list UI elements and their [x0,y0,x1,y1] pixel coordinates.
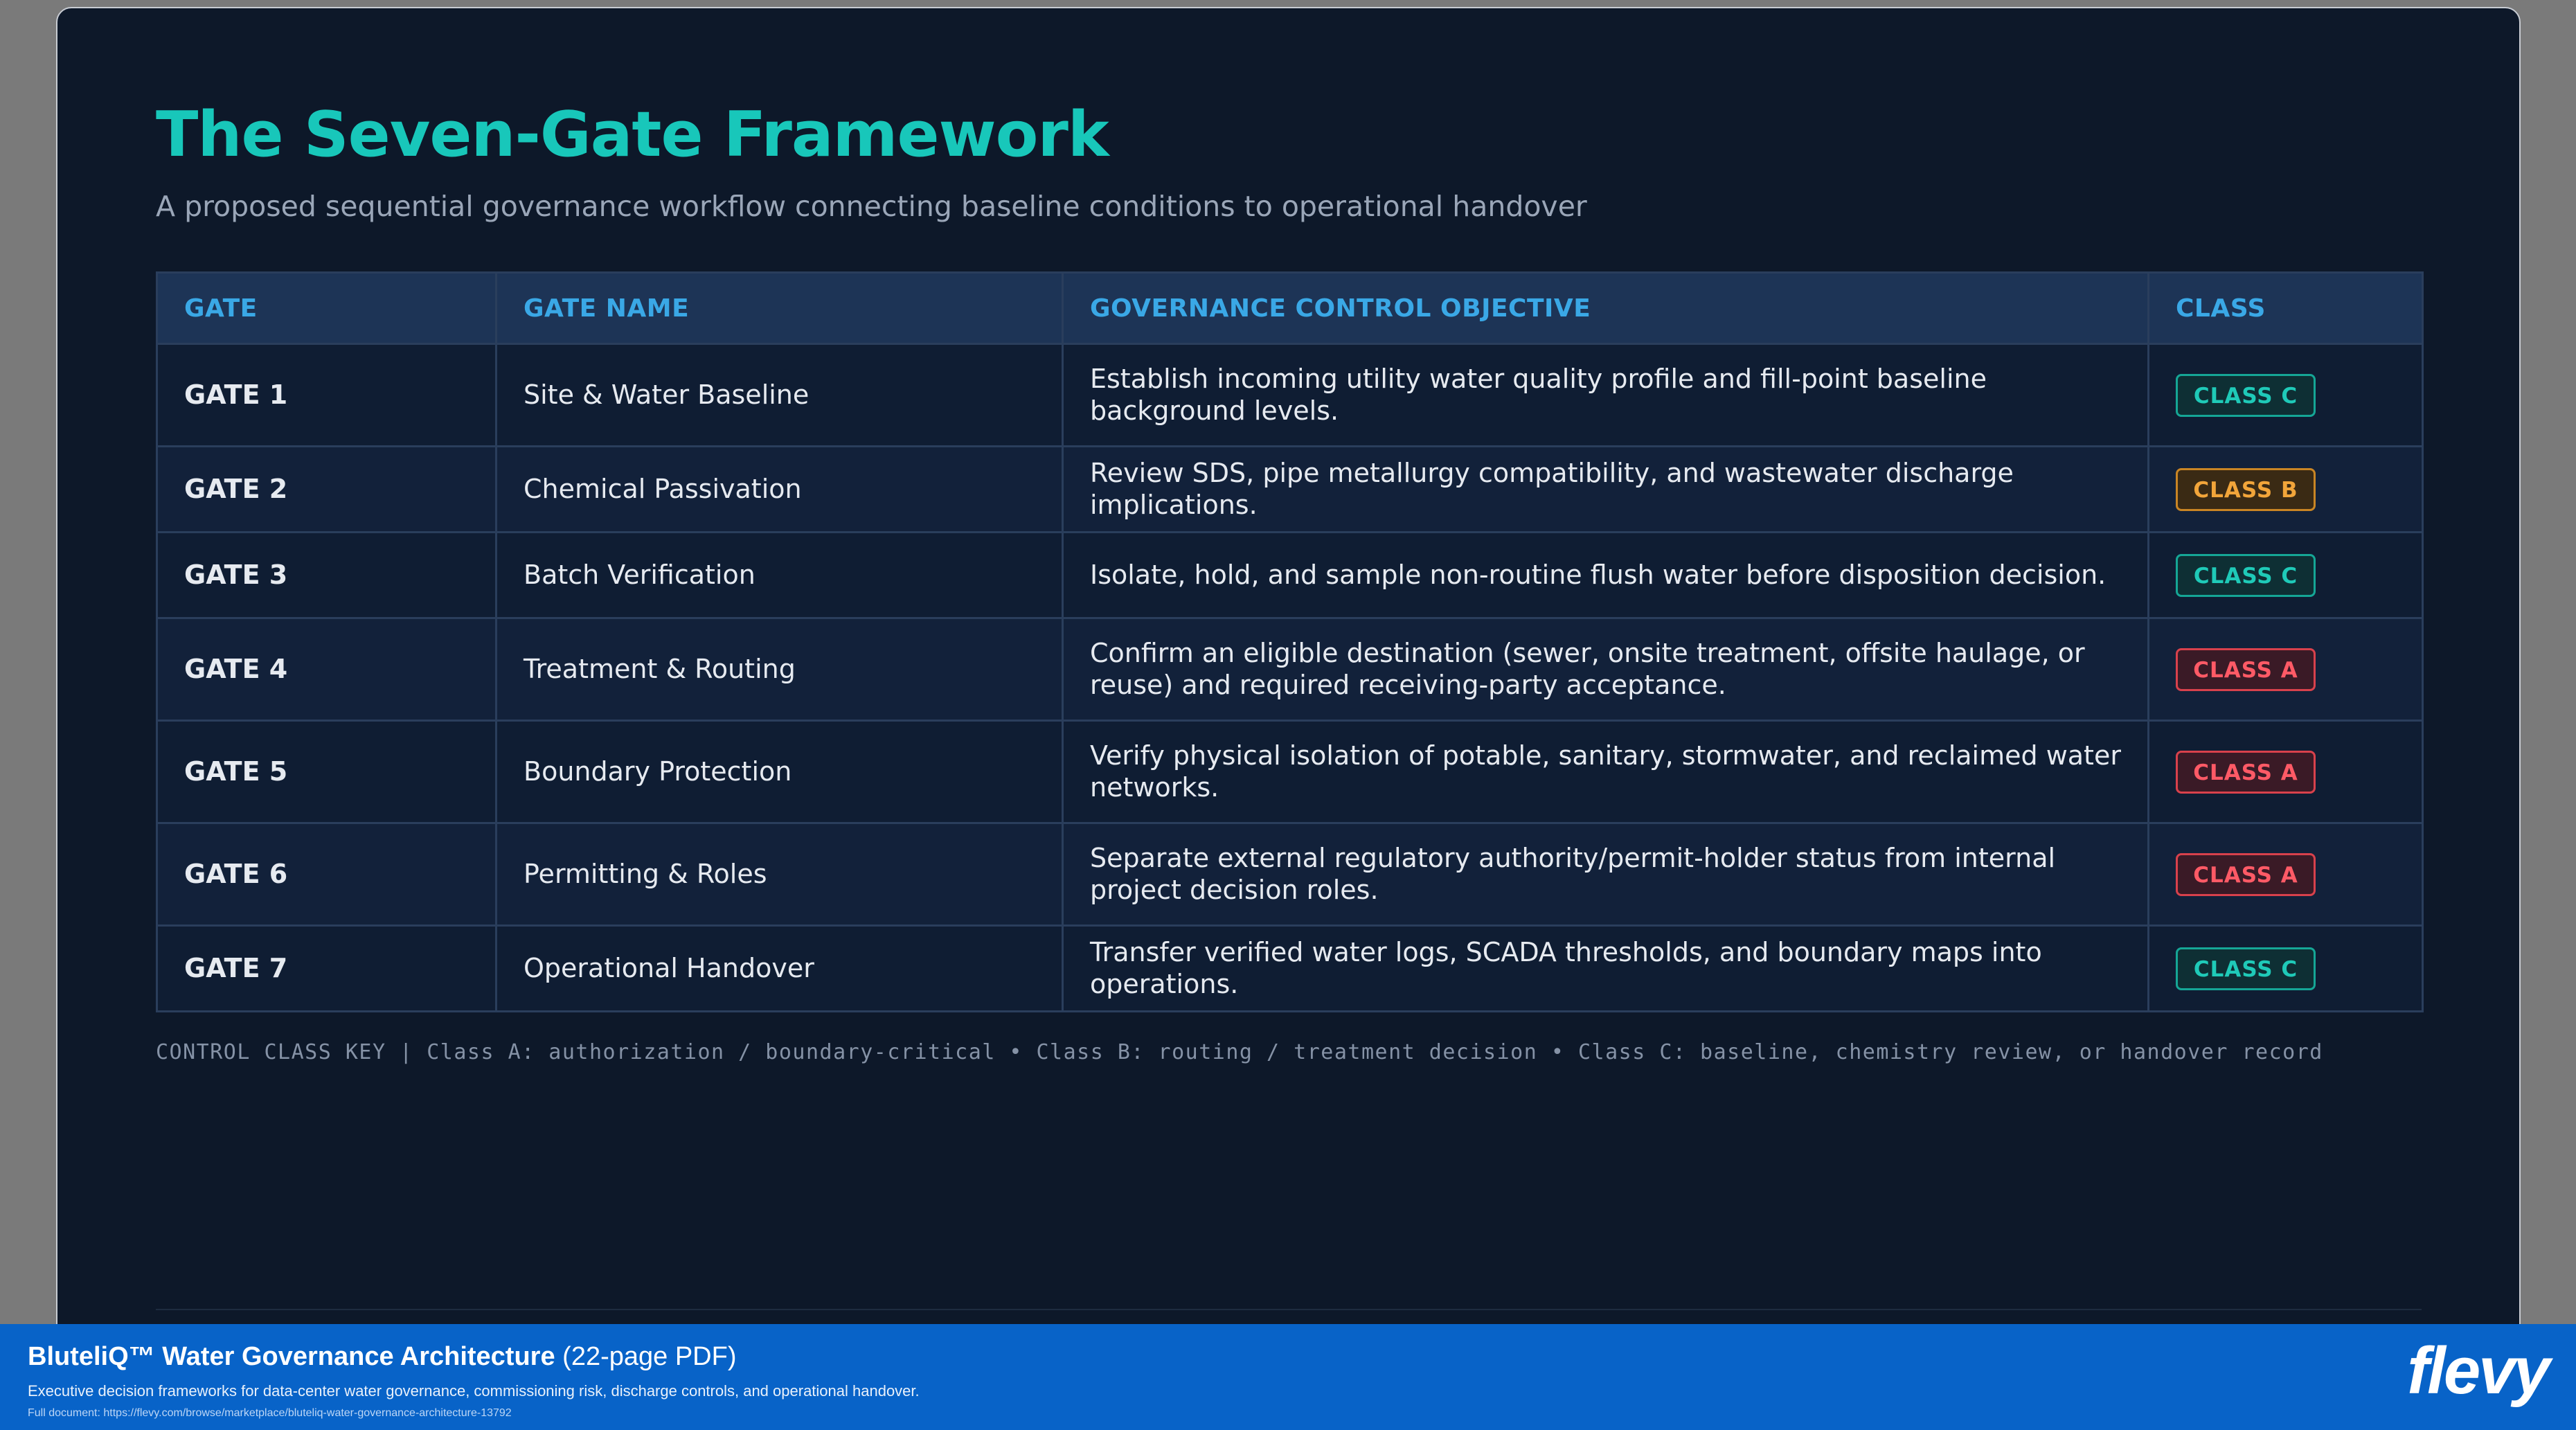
class-cell: CLASS C [2147,531,2424,619]
gate-id: GATE 6 [156,822,497,927]
gate-name: Permitting & Roles [495,822,1064,927]
gate-objective: Confirm an eligible destination (sewer, … [1062,617,2149,722]
gate-name: Operational Handover [495,924,1064,1012]
class-cell: CLASS A [2147,720,2424,824]
table-header-row: GATE GATE NAME GOVERNANCE CONTROL OBJECT… [156,271,2424,345]
gate-id: GATE 3 [156,531,497,619]
control-class-key: CONTROL CLASS KEY | Class A: authorizati… [156,1040,2323,1064]
gate-id: GATE 4 [156,617,497,722]
class-cell: CLASS C [2147,343,2424,447]
banner-link[interactable]: Full document: https://flevy.com/browse/… [28,1407,512,1420]
table-row: GATE 5 Boundary Protection Verify physic… [156,720,2424,824]
table-row: GATE 6 Permitting & Roles Separate exter… [156,822,2424,927]
document-banner: BluteliQ™ Water Governance Architecture … [0,1324,2576,1430]
class-cell: CLASS A [2147,617,2424,722]
gate-objective: Verify physical isolation of potable, sa… [1062,720,2149,824]
gate-id: GATE 2 [156,445,497,533]
table-row: GATE 3 Batch Verification Isolate, hold,… [156,531,2424,619]
banner-title-suffix: (22-page PDF) [555,1342,737,1371]
gate-id: GATE 5 [156,720,497,824]
class-cell: CLASS C [2147,924,2424,1012]
table-row: GATE 1 Site & Water Baseline Establish i… [156,343,2424,447]
page-subtitle: A proposed sequential governance workflo… [156,190,1587,223]
gate-name: Boundary Protection [495,720,1064,824]
gate-objective: Transfer verified water logs, SCADA thre… [1062,924,2149,1012]
gate-objective: Review SDS, pipe metallurgy compatibilit… [1062,445,2149,533]
gate-table: GATE GATE NAME GOVERNANCE CONTROL OBJECT… [156,271,2424,1012]
column-header-gate: GATE [156,271,497,345]
banner-title: BluteliQ™ Water Governance Architecture … [28,1342,737,1372]
column-header-gate-name: GATE NAME [495,271,1064,345]
gate-objective: Isolate, hold, and sample non-routine fl… [1062,531,2149,619]
gate-id: GATE 7 [156,924,497,1012]
flevy-logo[interactable]: flevy [2407,1338,2550,1404]
class-badge: CLASS C [2176,947,2316,990]
table-row: GATE 4 Treatment & Routing Confirm an el… [156,617,2424,722]
class-badge: CLASS C [2176,553,2316,597]
column-header-objective: GOVERNANCE CONTROL OBJECTIVE [1062,271,2149,345]
gate-name: Site & Water Baseline [495,343,1064,447]
table-row: GATE 7 Operational Handover Transfer ver… [156,924,2424,1012]
class-badge: CLASS C [2176,373,2316,417]
banner-description: Executive decision frameworks for data-c… [28,1382,920,1400]
table-row: GATE 2 Chemical Passivation Review SDS, … [156,445,2424,533]
class-badge: CLASS A [2176,750,2316,794]
gate-id: GATE 1 [156,343,497,447]
class-badge: CLASS A [2176,647,2316,691]
class-badge: CLASS A [2176,852,2316,896]
banner-title-strong: BluteliQ™ Water Governance Architecture [28,1342,555,1371]
column-header-class: CLASS [2147,271,2424,345]
footer-divider [156,1309,2422,1310]
gate-name: Chemical Passivation [495,445,1064,533]
class-badge: CLASS B [2176,467,2316,511]
gate-objective: Establish incoming utility water quality… [1062,343,2149,447]
page-title: The Seven-Gate Framework [156,98,1109,171]
class-cell: CLASS A [2147,822,2424,927]
gate-name: Batch Verification [495,531,1064,619]
class-cell: CLASS B [2147,445,2424,533]
slide: The Seven-Gate Framework A proposed sequ… [56,7,2521,1364]
gate-objective: Separate external regulatory authority/p… [1062,822,2149,927]
gate-name: Treatment & Routing [495,617,1064,722]
